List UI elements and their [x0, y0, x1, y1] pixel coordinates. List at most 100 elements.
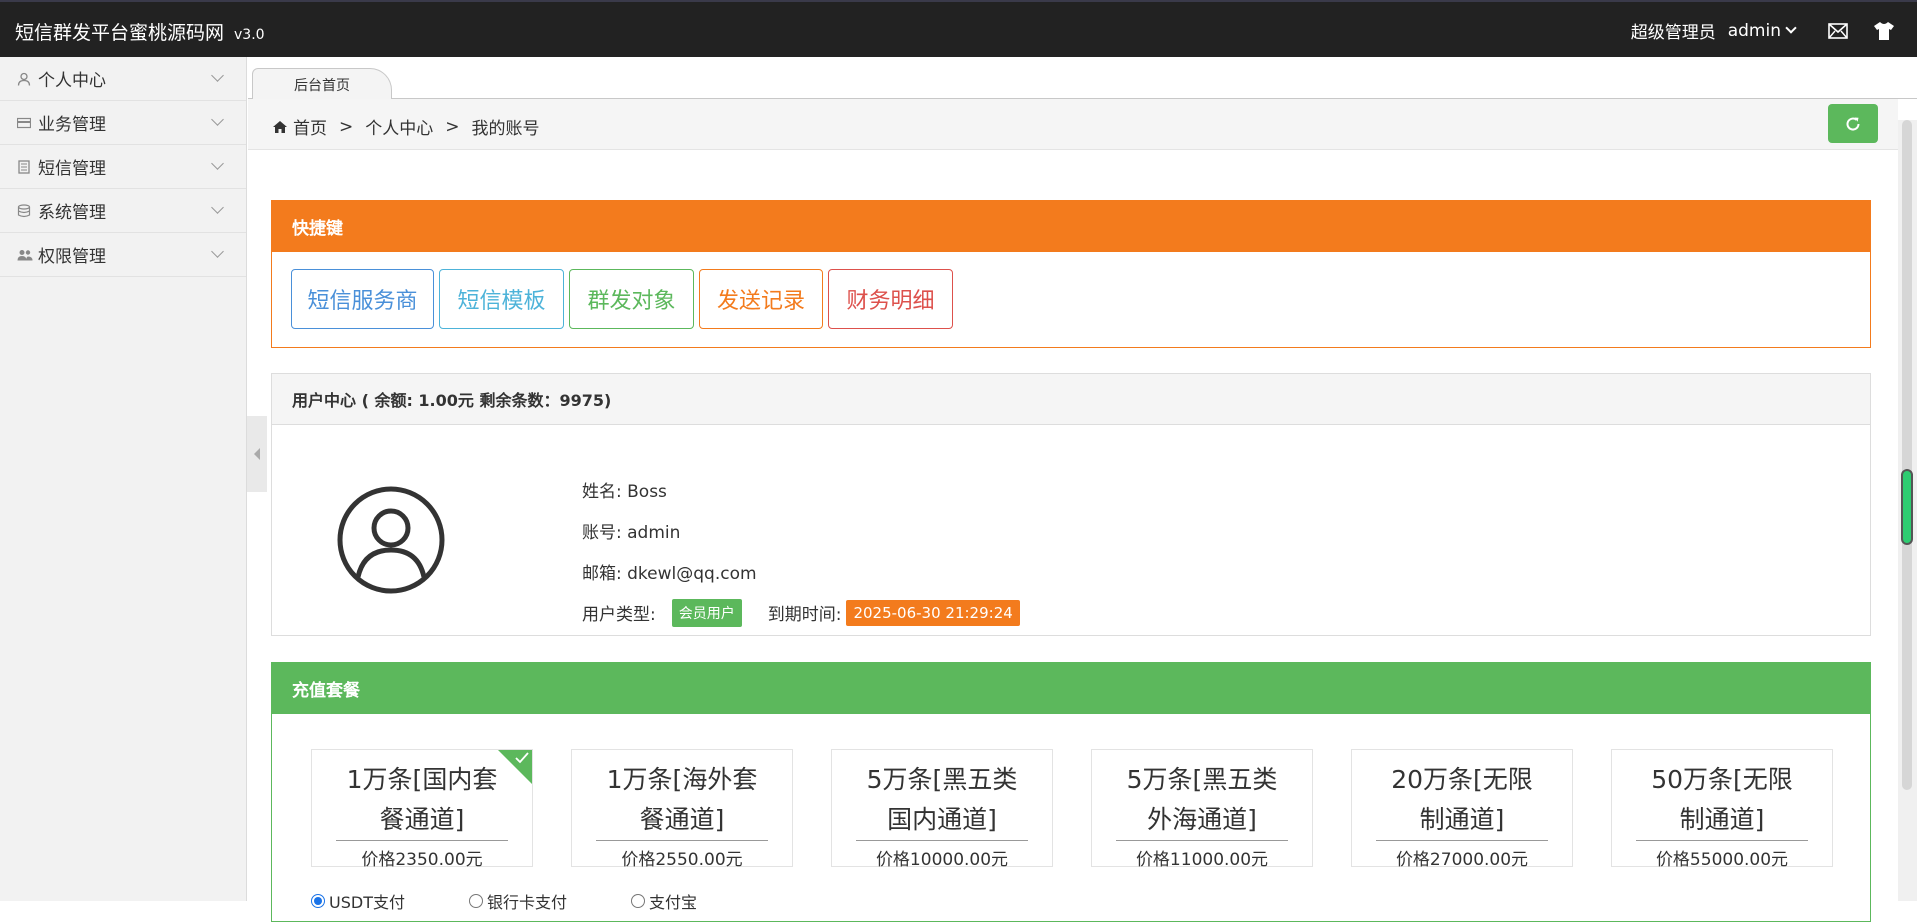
chevron-down-icon	[211, 245, 224, 258]
user-role: 超级管理员	[1630, 23, 1716, 43]
package-price: 价格2350.00元	[361, 850, 483, 870]
sms-provider-button[interactable]: 短信服务商	[291, 269, 434, 329]
recharge-panel-title: 充值套餐	[272, 663, 1870, 714]
shirt-icon[interactable]	[1871, 18, 1897, 44]
package-card[interactable]: 20万条[无限制通道] 价格27000.00元	[1351, 749, 1573, 870]
user-menu[interactable]: admin	[1727, 20, 1797, 41]
package-price: 价格27000.00元	[1395, 850, 1529, 870]
user-name: admin	[1727, 20, 1781, 41]
breadcrumb-my-account: 我的账号	[471, 119, 540, 139]
chevron-down-icon	[211, 201, 224, 214]
package-card[interactable]: 5万条[黑五类国内通道] 价格10000.00元	[831, 749, 1053, 870]
send-record-button[interactable]: 发送记录	[699, 269, 823, 329]
tab-dashboard[interactable]: 后台首页	[252, 68, 392, 100]
chevron-down-icon	[1785, 22, 1797, 34]
home-icon	[272, 120, 288, 134]
member-badge: 会员用户	[671, 598, 742, 627]
group-target-button[interactable]: 群发对象	[569, 269, 694, 329]
package-name: 1万条[海外套餐通道]	[596, 750, 768, 841]
breadcrumb-separator: >	[445, 116, 460, 137]
package-name: 1万条[国内套餐通道]	[336, 750, 508, 841]
pay-bank-label: 银行卡支付	[486, 893, 567, 912]
package-name: 50万条[无限制通道]	[1636, 750, 1808, 841]
pay-bank-option[interactable]: 银行卡支付	[468, 889, 567, 913]
users-icon	[17, 247, 33, 263]
page-scrollbar[interactable]	[1898, 120, 1917, 901]
sidebar: 个人中心 业务管理 短信管理 系统管理 权限管理	[0, 57, 247, 901]
caret-left-icon	[254, 448, 260, 460]
package-name: 5万条[黑五类国内通道]	[856, 750, 1028, 841]
database-icon	[17, 203, 33, 219]
package-name: 5万条[黑五类外海通道]	[1116, 750, 1288, 841]
refresh-icon	[1846, 117, 1860, 131]
quick-panel: 快捷键 短信服务商 短信模板 群发对象 发送记录 财务明细	[271, 200, 1871, 348]
user-type-label: 用户类型:	[582, 605, 656, 625]
pay-alipay-option[interactable]: 支付宝	[630, 889, 697, 913]
finance-detail-button[interactable]: 财务明细	[828, 269, 953, 329]
user-icon	[17, 71, 33, 87]
sms-template-button[interactable]: 短信模板	[439, 269, 564, 329]
breadcrumb-separator: >	[339, 116, 354, 137]
top-navbar: 短信群发平台蜜桃源码网 v3.0 超级管理员 admin	[0, 0, 1917, 57]
check-icon	[515, 752, 529, 764]
package-price: 价格10000.00元	[875, 850, 1009, 870]
app-title[interactable]: 短信群发平台蜜桃源码网 v3.0	[15, 18, 265, 45]
quick-panel-title: 快捷键	[272, 201, 1870, 252]
user-center-title: 用户中心 ( 余额: 1.00元 剩余条数：9975)	[272, 374, 1870, 425]
sidebar-collapse-button[interactable]	[247, 416, 267, 492]
sidebar-item-personal-center[interactable]: 个人中心	[0, 57, 246, 101]
pay-bank-radio[interactable]	[468, 894, 483, 908]
app-version: v3.0	[234, 27, 265, 43]
card-icon	[17, 115, 33, 131]
refresh-button[interactable]	[1828, 104, 1878, 143]
breadcrumb-home[interactable]: 首页	[293, 114, 327, 139]
mail-icon[interactable]	[1825, 18, 1851, 44]
scrollbar-track	[1902, 120, 1912, 790]
package-card[interactable]: 1万条[海外套餐通道] 价格2550.00元	[571, 749, 793, 870]
recharge-panel: 充值套餐 1万条[国内套餐通道] 价格2350.00元 1万条[海外套餐通道] …	[271, 662, 1871, 922]
pay-alipay-radio[interactable]	[630, 894, 645, 908]
pay-usdt-label: USDT支付	[329, 893, 405, 912]
chevron-down-icon	[211, 157, 224, 170]
sidebar-item-business[interactable]: 业务管理	[0, 101, 246, 145]
chevron-down-icon	[211, 69, 224, 82]
package-name: 20万条[无限制通道]	[1376, 750, 1548, 841]
top-right-area: 超级管理员 admin	[1631, 2, 1917, 59]
user-email-line: 邮箱: dkewl@qq.com	[582, 564, 757, 584]
app-title-text: 短信群发平台蜜桃源码网	[15, 22, 225, 44]
sidebar-item-system[interactable]: 系统管理	[0, 189, 246, 233]
user-info: 姓名: Boss 账号: admin 邮箱: dkewl@qq.com 用户类型…	[582, 469, 1020, 633]
quick-buttons: 短信服务商 短信模板 群发对象 发送记录 财务明细	[272, 252, 1870, 329]
sidebar-item-label: 业务管理	[38, 115, 106, 135]
payment-options: USDT支付 银行卡支付 支付宝	[311, 889, 761, 913]
user-name-line: 姓名: Boss	[582, 482, 667, 502]
package-list: 1万条[国内套餐通道] 价格2350.00元 1万条[海外套餐通道] 价格255…	[311, 749, 1833, 870]
expire-label: 到期时间:	[767, 605, 842, 625]
breadcrumb-personal-center[interactable]: 个人中心	[365, 114, 433, 139]
chevron-down-icon	[211, 113, 224, 126]
sidebar-item-permission[interactable]: 权限管理	[0, 233, 246, 277]
breadcrumb: 首页 > 个人中心 > 我的账号	[272, 114, 540, 139]
expire-badge: 2025-06-30 21:29:24	[846, 599, 1020, 626]
package-card[interactable]: 1万条[国内套餐通道] 价格2350.00元	[311, 749, 533, 870]
user-account-line: 账号: admin	[582, 523, 681, 543]
pay-usdt-radio[interactable]	[311, 894, 325, 908]
tab-bar: 后台首页	[248, 57, 1917, 100]
package-card[interactable]: 50万条[无限制通道] 价格55000.00元	[1611, 749, 1833, 870]
package-price: 价格11000.00元	[1135, 850, 1269, 870]
sidebar-item-sms[interactable]: 短信管理	[0, 145, 246, 189]
breadcrumb-bar: 首页 > 个人中心 > 我的账号	[248, 99, 1898, 150]
package-card[interactable]: 5万条[黑五类外海通道] 价格11000.00元	[1091, 749, 1313, 870]
package-price: 价格55000.00元	[1655, 850, 1789, 870]
pay-usdt-option[interactable]: USDT支付	[311, 889, 405, 913]
user-center-panel: 用户中心 ( 余额: 1.00元 剩余条数：9975) 姓名: Boss 账号:…	[271, 373, 1871, 636]
sidebar-item-label: 个人中心	[38, 71, 106, 91]
scrollbar-thumb[interactable]	[1901, 469, 1913, 545]
book-icon	[17, 159, 33, 175]
sidebar-item-label: 权限管理	[38, 247, 106, 267]
package-price: 价格2550.00元	[621, 850, 743, 870]
user-type-line: 用户类型: 会员用户 到期时间: 2025-06-30 21:29:24	[582, 592, 1020, 633]
pay-alipay-label: 支付宝	[648, 893, 697, 912]
avatar-icon	[337, 486, 445, 598]
sidebar-item-label: 短信管理	[38, 159, 106, 179]
